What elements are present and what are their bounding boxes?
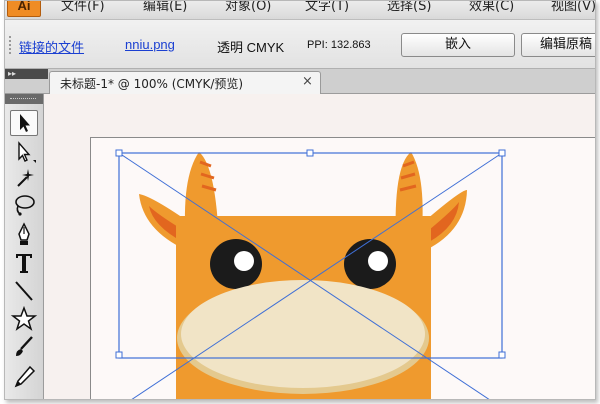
tools-panel xyxy=(5,94,44,399)
app-logo: Ai xyxy=(7,1,41,17)
tools-panel-header[interactable] xyxy=(5,94,43,104)
double-arrow-icon[interactable]: ▸▸ xyxy=(5,69,48,79)
menu-object[interactable]: 对象(O) xyxy=(225,1,271,14)
canvas-area[interactable] xyxy=(44,94,595,399)
illustrator-window: Ai 文件(F) 编辑(E) 对象(O) 文字(T) 选择(S) 效果(C) 视… xyxy=(4,0,596,400)
document-tab-title: 未标题-1* @ 100% (CMYK/预览) xyxy=(60,77,244,91)
close-icon[interactable]: × xyxy=(302,74,313,89)
magic-wand-tool-icon[interactable] xyxy=(10,166,38,192)
panel-grip[interactable] xyxy=(9,36,14,54)
edit-original-button[interactable]: 编辑原稿 xyxy=(521,33,595,57)
tab-document[interactable]: 未标题-1* @ 100% (CMYK/预览) × xyxy=(49,71,321,94)
menu-effect[interactable]: 效果(C) xyxy=(469,1,514,14)
artboard[interactable] xyxy=(90,137,595,399)
embed-button[interactable]: 嵌入 xyxy=(401,33,515,57)
direct-selection-tool-icon[interactable] xyxy=(10,140,38,166)
star-tool-icon[interactable] xyxy=(10,306,38,332)
document-tab-bar: ▸▸ 未标题-1* @ 100% (CMYK/预览) × xyxy=(5,69,595,94)
menu-file[interactable]: 文件(F) xyxy=(61,1,105,14)
file-name-link[interactable]: nniu.png xyxy=(125,37,175,52)
pencil-tool-icon[interactable] xyxy=(10,364,38,390)
lasso-tool-icon[interactable] xyxy=(10,192,38,218)
ppi-info: PPI: 132.863 xyxy=(307,39,371,51)
control-bar: 链接的文件 nniu.png 透明 CMYK PPI: 132.863 嵌入 编… xyxy=(5,20,595,69)
cow-image[interactable] xyxy=(91,138,595,399)
line-segment-tool-icon[interactable] xyxy=(10,278,38,304)
selection-tool-icon[interactable] xyxy=(10,110,38,136)
menu-edit[interactable]: 编辑(E) xyxy=(143,1,187,14)
pen-tool-icon[interactable] xyxy=(10,222,38,248)
muzzle xyxy=(181,280,425,388)
color-mode-info: 透明 CMYK xyxy=(217,40,285,55)
menu-type[interactable]: 文字(T) xyxy=(305,1,349,14)
linked-file-link[interactable]: 链接的文件 xyxy=(19,37,84,56)
menu-bar: Ai 文件(F) 编辑(E) 对象(O) 文字(T) 选择(S) 效果(C) 视… xyxy=(5,1,595,20)
paintbrush-tool-icon[interactable] xyxy=(10,334,38,360)
type-tool-icon[interactable] xyxy=(10,250,38,276)
menu-view[interactable]: 视图(V) xyxy=(551,1,595,14)
menu-select[interactable]: 选择(S) xyxy=(387,1,431,14)
